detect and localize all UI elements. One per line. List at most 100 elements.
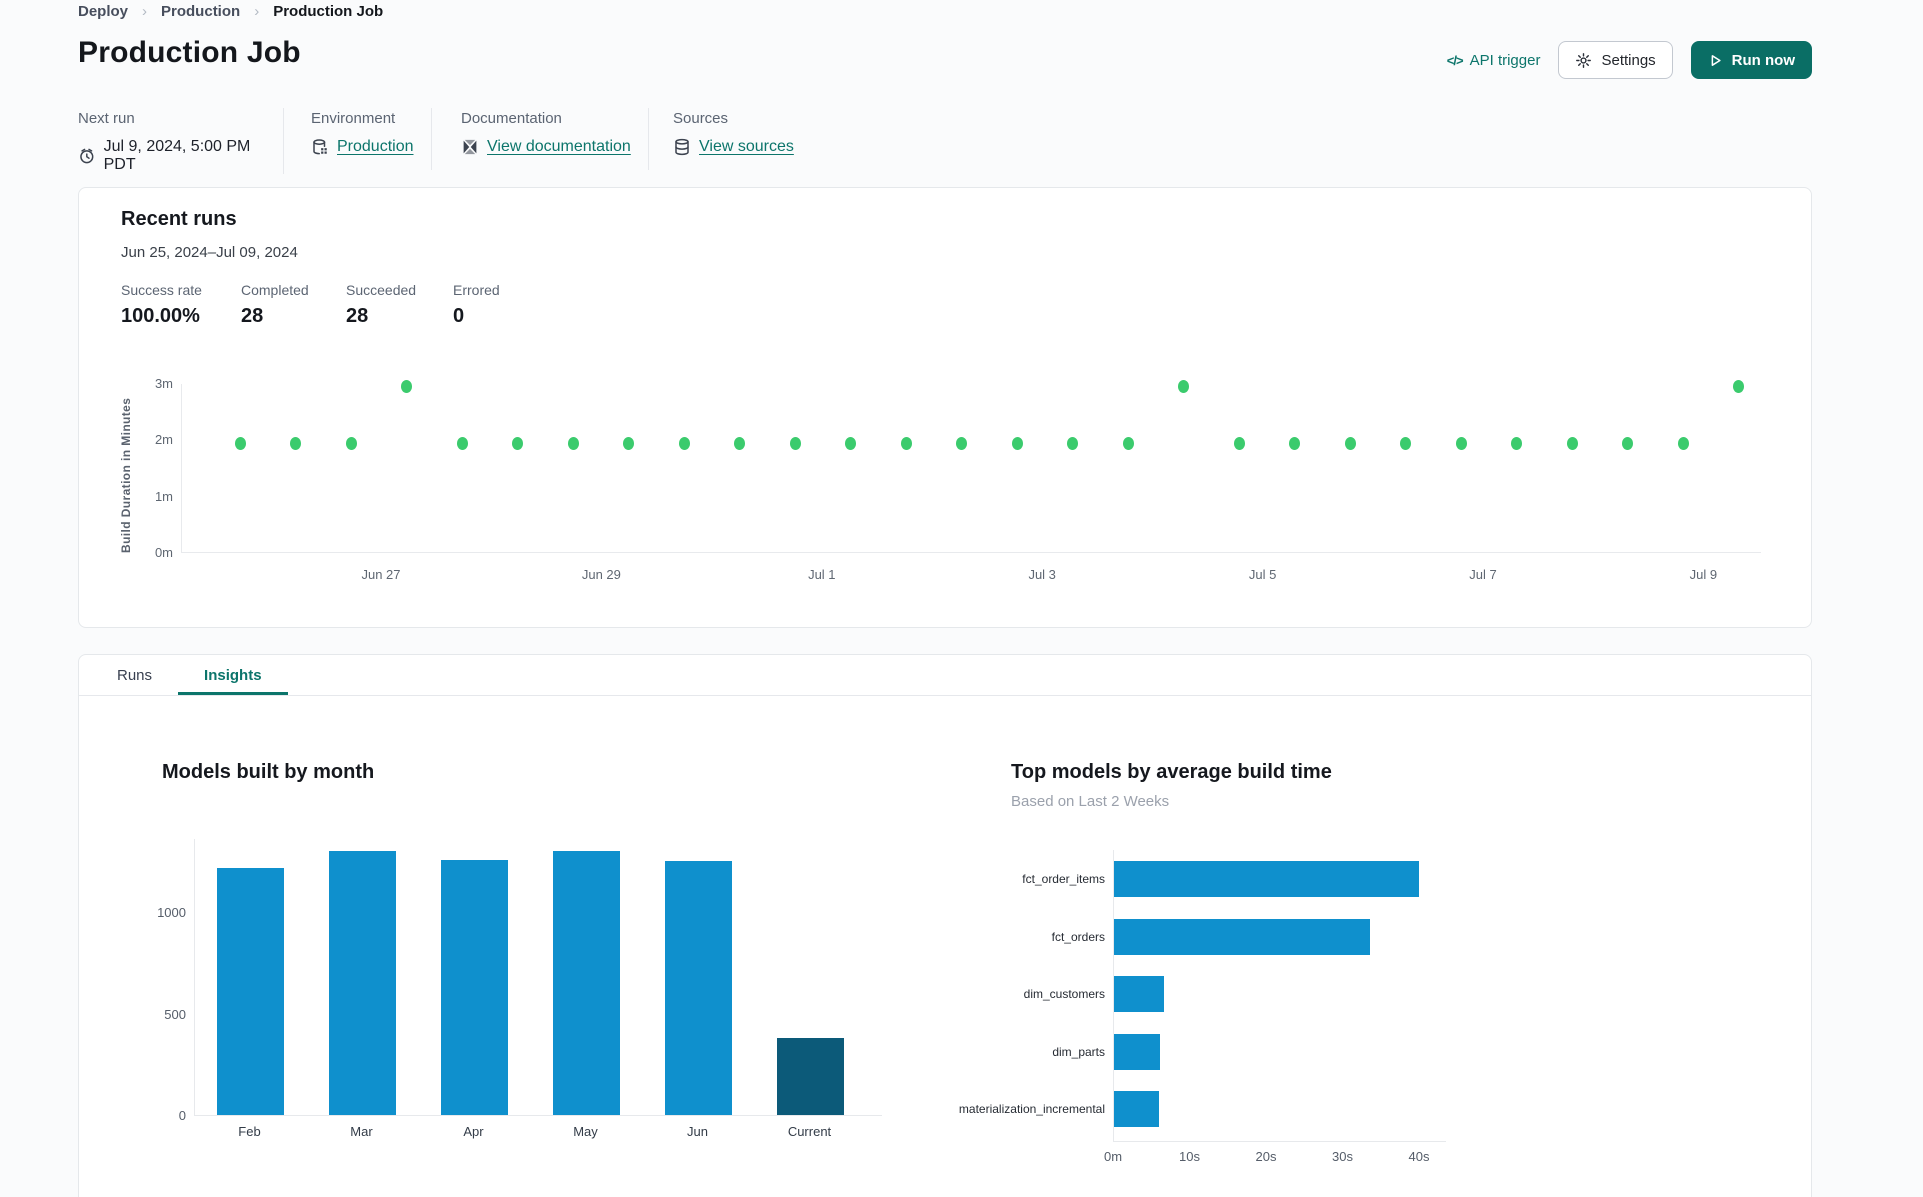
month-bar-apr[interactable] xyxy=(441,860,508,1115)
run-dot[interactable] xyxy=(678,436,690,450)
tab-runs[interactable]: Runs xyxy=(91,655,178,695)
x-tick-label: Jun 27 xyxy=(361,567,401,582)
run-dot[interactable] xyxy=(1344,436,1356,450)
stat-succeeded: Succeeded 28 xyxy=(346,282,453,328)
x-tick-label: Jul 3 xyxy=(1028,567,1056,582)
run-dot[interactable] xyxy=(290,436,301,450)
run-dot[interactable] xyxy=(1566,436,1578,450)
settings-button[interactable]: Settings xyxy=(1558,41,1673,79)
model-label: fct_order_items xyxy=(1022,872,1105,886)
info-label: Documentation xyxy=(461,110,562,127)
run-dot[interactable] xyxy=(1289,436,1300,450)
info-environment: Environment Production xyxy=(311,108,432,170)
model-bar-dim_parts[interactable] xyxy=(1114,1033,1160,1070)
model-bar-dim_customers[interactable] xyxy=(1114,976,1164,1012)
run-dot[interactable] xyxy=(1233,436,1245,450)
x-tick-label: Feb xyxy=(238,1124,261,1139)
top-models-title: Top models by average build time xyxy=(1011,761,1332,783)
job-info-bar: Next run Jul 9, 2024, 5:00 PM PDT Enviro… xyxy=(78,108,794,174)
recent-runs-stats: Success rate 100.00% Completed 28 Succee… xyxy=(121,282,500,328)
stat-label: Succeeded xyxy=(346,282,417,298)
tab-insights[interactable]: Insights xyxy=(178,655,288,695)
run-dot[interactable] xyxy=(567,436,579,450)
run-dot[interactable] xyxy=(1067,436,1078,450)
run-dot[interactable] xyxy=(956,436,967,450)
x-tick-label: Mar xyxy=(350,1124,373,1139)
x-tick-label: Current xyxy=(787,1124,832,1139)
view-documentation-link[interactable]: View documentation xyxy=(487,138,631,156)
recent-runs-date-range: Jun 25, 2024–Jul 09, 2024 xyxy=(121,244,298,261)
run-dot[interactable] xyxy=(234,436,246,450)
play-icon xyxy=(1711,54,1721,66)
recent-runs-card: Recent runs Jun 25, 2024–Jul 09, 2024 Su… xyxy=(78,187,1812,628)
month-bar-feb[interactable] xyxy=(217,868,284,1115)
breadcrumb-deploy[interactable]: Deploy xyxy=(78,3,128,20)
run-dot[interactable] xyxy=(1400,436,1411,450)
x-tick-label: Jul 1 xyxy=(808,567,836,582)
chevron-right-icon: › xyxy=(254,3,260,20)
y-tick-label: 2m xyxy=(154,432,173,448)
x-tick-label: 40s xyxy=(1408,1149,1430,1164)
next-run-value: Jul 9, 2024, 5:00 PM PDT xyxy=(103,138,251,173)
view-sources-link[interactable]: View sources xyxy=(699,138,794,156)
run-dot[interactable] xyxy=(1511,436,1522,450)
job-detail-card: Runs Insights Models built by month 0 500… xyxy=(78,654,1812,1197)
info-label: Next run xyxy=(78,110,135,127)
header-actions: </> API trigger Settings Run now xyxy=(1447,41,1812,79)
api-trigger-link[interactable]: </> API trigger xyxy=(1447,52,1541,69)
run-dot[interactable] xyxy=(512,436,523,450)
run-dot[interactable] xyxy=(345,436,357,450)
month-bar-jun[interactable] xyxy=(665,861,732,1115)
model-bar-fct_order_items[interactable] xyxy=(1114,861,1420,897)
stat-value: 28 xyxy=(241,305,264,327)
stat-label: Errored xyxy=(453,282,500,298)
stat-label: Completed xyxy=(241,282,309,298)
breadcrumb: Deploy › Production › Production Job xyxy=(78,3,383,20)
run-dot[interactable] xyxy=(401,380,412,394)
environment-link[interactable]: Production xyxy=(337,138,414,156)
stat-value: 28 xyxy=(346,305,369,327)
y-tick-label: 0 xyxy=(178,1108,186,1123)
scatter-y-axis-label: Build Duration in Minutes xyxy=(119,397,133,553)
run-now-button[interactable]: Run now xyxy=(1690,41,1812,79)
run-dot[interactable] xyxy=(1733,380,1744,394)
y-tick-label: 1m xyxy=(154,488,173,504)
run-dot[interactable] xyxy=(1178,380,1189,394)
run-dot[interactable] xyxy=(1455,436,1467,450)
stat-completed: Completed 28 xyxy=(241,282,346,328)
breadcrumb-production-job: Production Job xyxy=(273,3,384,20)
clock-icon xyxy=(80,148,94,164)
model-bar-materialization_incremental[interactable] xyxy=(1114,1091,1160,1127)
month-bar-may[interactable] xyxy=(553,851,620,1115)
run-dot[interactable] xyxy=(845,436,856,450)
database-icon xyxy=(675,138,689,156)
breadcrumb-production[interactable]: Production xyxy=(161,3,240,20)
run-now-label: Run now xyxy=(1731,51,1795,69)
x-tick-label: Apr xyxy=(463,1124,484,1139)
model-label: materialization_incremental xyxy=(958,1102,1105,1116)
x-tick-label: Jul 9 xyxy=(1689,567,1718,582)
run-dot[interactable] xyxy=(623,436,634,450)
run-dot[interactable] xyxy=(1011,436,1023,450)
stat-success-rate: Success rate 100.00% xyxy=(121,282,241,328)
recent-runs-title: Recent runs xyxy=(121,208,237,230)
run-dot[interactable] xyxy=(1622,436,1633,450)
y-tick-label: 3m xyxy=(154,376,173,391)
gear-icon xyxy=(1576,52,1592,68)
run-dot[interactable] xyxy=(900,436,912,450)
top-models-subtitle: Based on Last 2 Weeks xyxy=(1011,793,1170,810)
docs-icon xyxy=(463,139,477,155)
model-bar-fct_orders[interactable] xyxy=(1114,918,1371,955)
run-dot[interactable] xyxy=(1122,436,1134,450)
run-dot[interactable] xyxy=(1677,436,1689,450)
run-dot[interactable] xyxy=(734,436,745,450)
run-dot[interactable] xyxy=(456,436,468,450)
model-label: dim_parts xyxy=(1052,1044,1105,1059)
stat-value: 0 xyxy=(453,305,465,327)
run-dot[interactable] xyxy=(789,436,801,450)
x-tick-label: May xyxy=(573,1124,598,1139)
model-label: fct_orders xyxy=(1051,929,1105,944)
month-bar-mar[interactable] xyxy=(329,851,396,1115)
x-tick-label: 0m xyxy=(1103,1149,1123,1164)
x-tick-label: Jul 7 xyxy=(1469,567,1497,582)
